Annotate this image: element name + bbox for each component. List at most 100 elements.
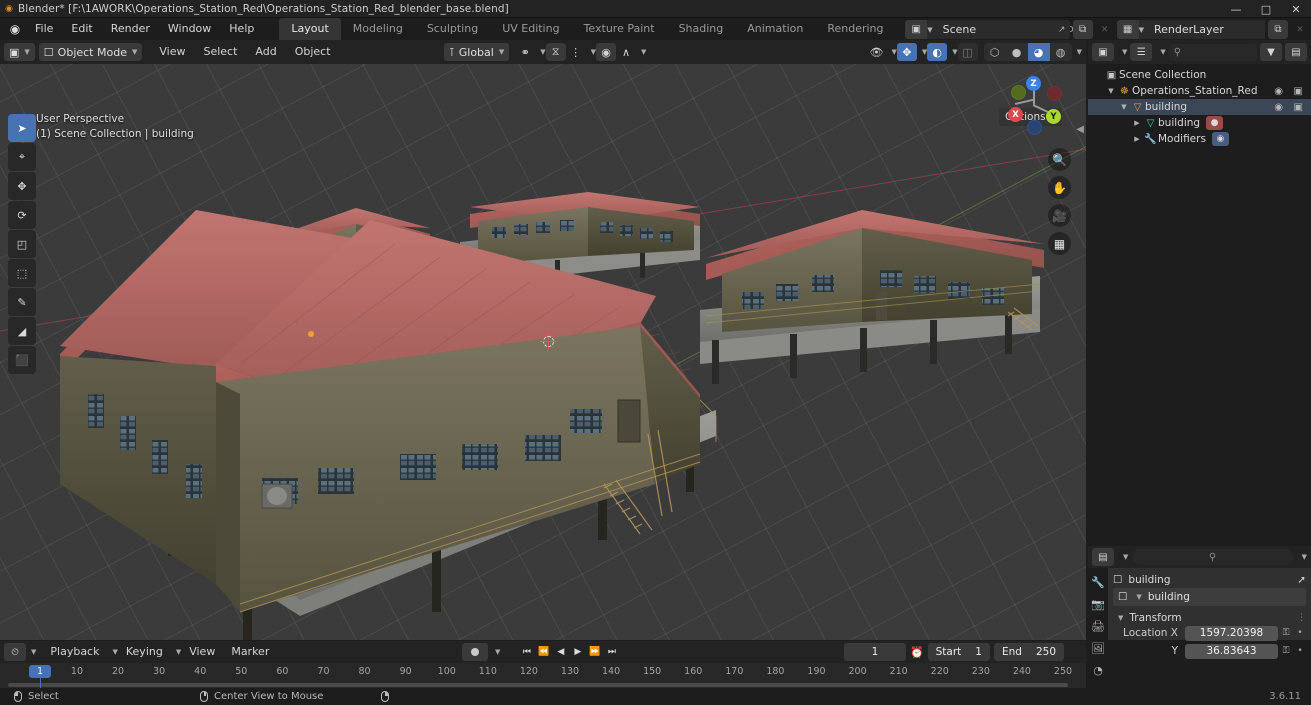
workspace-tab-rendering[interactable]: Rendering <box>815 18 895 40</box>
disclosure-open-icon[interactable]: ▼ <box>1118 103 1130 111</box>
transform-field-value[interactable]: 36.83643 <box>1185 643 1278 659</box>
proportional-edit-icon[interactable]: ◉ <box>596 43 616 61</box>
animate-property-icon[interactable]: • <box>1294 646 1306 656</box>
outliner-row-4[interactable]: ▶ 🔧 Modifiers ◉ <box>1088 131 1311 147</box>
object-visibility-icon[interactable]: 👁 <box>866 43 886 61</box>
viewlayer-name[interactable]: RenderLayer <box>1147 20 1265 39</box>
properties-editor-type-icon[interactable]: ▤ <box>1092 548 1114 566</box>
menu-file[interactable]: File <box>26 18 62 40</box>
gizmo-y-negative[interactable] <box>1011 85 1026 100</box>
editor-type-button[interactable]: ▣ ▼ <box>4 43 35 61</box>
timeline-playhead[interactable]: 1 <box>29 665 51 678</box>
transform-field-value[interactable]: 1597.20398 <box>1185 625 1278 641</box>
viewport-menu-view[interactable]: View <box>150 43 194 61</box>
properties-tab-tool[interactable]: 🔧 <box>1091 576 1105 589</box>
workspace-tab-sculpting[interactable]: Sculpting <box>415 18 490 40</box>
show-gizmo-icon[interactable]: ✥ <box>896 43 917 61</box>
menu-help[interactable]: Help <box>220 18 263 40</box>
properties-tab-render[interactable]: 📷 <box>1091 598 1105 611</box>
gizmo-z-negative[interactable] <box>1027 120 1042 135</box>
viewport-menu-object[interactable]: Object <box>286 43 340 61</box>
viewport-menu-add[interactable]: Add <box>246 43 285 61</box>
workspace-tab-modeling[interactable]: Modeling <box>341 18 415 40</box>
viewlayer-chevron-icon[interactable]: ▼ <box>1139 26 1147 34</box>
shading-mode-material-preview[interactable]: ◕ <box>1027 43 1050 61</box>
toggle-xray-icon[interactable]: ◫ <box>957 43 978 61</box>
gizmo-z-positive[interactable]: Z <box>1026 76 1041 91</box>
properties-search-input[interactable]: ⚲ <box>1132 549 1293 565</box>
building-models[interactable] <box>0 64 1086 640</box>
camera-view-icon[interactable]: 🎥 <box>1048 204 1071 227</box>
properties-tab-scene[interactable]: ◔ <box>1093 664 1103 677</box>
chevron-down-icon[interactable]: ▼ <box>641 48 646 56</box>
falloff-curve-icon[interactable]: ∧ <box>616 43 636 61</box>
lock-icon[interactable]: ⚿ <box>1278 628 1294 638</box>
zoom-icon[interactable]: 🔍 <box>1048 148 1071 171</box>
outliner-row-3[interactable]: ▶ ▽ building ● <box>1088 115 1311 131</box>
pin-scene-icon[interactable]: ↗ <box>1054 20 1070 39</box>
workspace-tab-uv-editing[interactable]: UV Editing <box>490 18 571 40</box>
stopwatch-icon[interactable]: ⏰ <box>910 646 924 659</box>
menu-render[interactable]: Render <box>102 18 159 40</box>
timeline-ruler[interactable]: 1 10 20 30 40 50 60 70 80 90 100 110 120 130 140 150 160… <box>0 663 1086 705</box>
jump-next-keyframe-button[interactable]: ⏩ <box>586 643 603 661</box>
transform-panel-header[interactable]: ▼ Transform ⋮ <box>1113 610 1306 625</box>
object-mode-selector[interactable]: ☐ Object Mode ▼ <box>38 43 143 61</box>
tool-add-cube[interactable]: ⬛ <box>8 346 36 374</box>
lock-icon[interactable]: ⚿ <box>1278 646 1294 656</box>
outliner-row-0[interactable]: ▣ Scene Collection <box>1088 67 1311 83</box>
menu-window[interactable]: Window <box>159 18 220 40</box>
viewlayer-selector[interactable]: ▦ ▼ RenderLayer <box>1116 20 1265 39</box>
tool-move[interactable]: ✥ <box>8 172 36 200</box>
snap-target-icon[interactable]: ⋮ <box>566 43 586 61</box>
viewport-3d[interactable]: ▣ ▼ ☐ Object Mode ▼ View Select Add Obje… <box>0 40 1086 640</box>
workspace-tab-texture-paint[interactable]: Texture Paint <box>572 18 667 40</box>
jump-prev-keyframe-button[interactable]: ⏪ <box>535 643 552 661</box>
close-button[interactable]: ✕ <box>1281 0 1311 18</box>
hide-in-viewport-eye-icon[interactable]: ◉ <box>1274 86 1283 97</box>
sidebar-collapse-arrow-icon[interactable]: ◀ <box>1076 124 1084 135</box>
tool-measure[interactable]: ◢ <box>8 317 36 345</box>
chevron-down-icon[interactable]: ▼ <box>952 48 957 56</box>
snap-magnet-icon[interactable]: ⧖ <box>545 43 566 61</box>
outliner-data-chip[interactable]: ◉ <box>1211 132 1229 146</box>
disclosure-open-icon[interactable]: ▼ <box>1105 87 1117 95</box>
pin-id-icon[interactable]: ➚ <box>1297 574 1306 586</box>
timeline-editor-type-icon[interactable]: ⏲ <box>4 643 26 661</box>
chevron-down-icon[interactable]: ▼ <box>1077 48 1082 56</box>
frame-range-fields[interactable]: Start 1 <box>927 643 990 661</box>
timeline-scrollbar[interactable] <box>8 683 1068 687</box>
disable-in-renders-camera-icon[interactable]: ▣ <box>1294 102 1303 113</box>
viewport-canvas[interactable]: User Perspective (1) Scene Collection | … <box>0 64 1086 640</box>
outliner-editor-type-icon[interactable]: ▣ <box>1092 43 1114 61</box>
timeline-menu-keying[interactable]: Keying <box>118 643 171 661</box>
workspace-tab-layout[interactable]: Layout <box>279 18 341 40</box>
properties-options-chevron-icon[interactable]: ▼ <box>1302 553 1307 561</box>
pivot-point-icon[interactable]: ⚭ <box>515 43 535 61</box>
maximize-button[interactable]: □ <box>1251 0 1281 18</box>
outliner-search-input[interactable]: ⚲ <box>1168 43 1257 61</box>
end-frame-field[interactable]: End 250 <box>993 643 1064 661</box>
scene-name[interactable]: Scene <box>935 20 1054 39</box>
outliner-display-mode-icon[interactable]: ☰ <box>1130 43 1153 61</box>
hide-in-viewport-eye-icon[interactable]: ◉ <box>1274 102 1283 113</box>
gizmo-x-positive[interactable]: X <box>1008 107 1023 122</box>
shading-mode-rendered[interactable]: ◍ <box>1050 43 1072 61</box>
navigation-gizmo[interactable]: Z Y X <box>1002 74 1064 136</box>
gizmo-y-positive[interactable]: Y <box>1046 109 1061 124</box>
pan-hand-icon[interactable]: ✋ <box>1048 176 1071 199</box>
chevron-down-icon[interactable]: ▼ <box>1160 48 1165 56</box>
play-button[interactable]: ▶ <box>569 643 586 661</box>
tool-tweak-select[interactable]: ➤ <box>8 114 36 142</box>
animate-property-icon[interactable]: • <box>1294 628 1306 638</box>
outliner-editor[interactable]: ▣ ▼ ☰ ▼ ⚲ ▼ ▤ ▣ Scene Collection ▼ ☸ Operati… <box>1088 40 1311 545</box>
remove-viewlayer-button[interactable]: ✕ <box>1291 20 1309 39</box>
toggle-ortho-icon[interactable]: ▦ <box>1048 232 1071 255</box>
shading-mode-wireframe[interactable]: ⬡ <box>984 43 1006 61</box>
start-frame-value[interactable]: 1 <box>975 646 982 658</box>
auto-keying-toggle[interactable] <box>462 643 488 661</box>
timeline-menu-view[interactable]: View <box>181 643 223 661</box>
new-viewlayer-button[interactable]: ⧉ <box>1268 20 1288 39</box>
workspace-tab-shading[interactable]: Shading <box>667 18 736 40</box>
new-scene-button[interactable]: ⧉ <box>1072 20 1093 39</box>
